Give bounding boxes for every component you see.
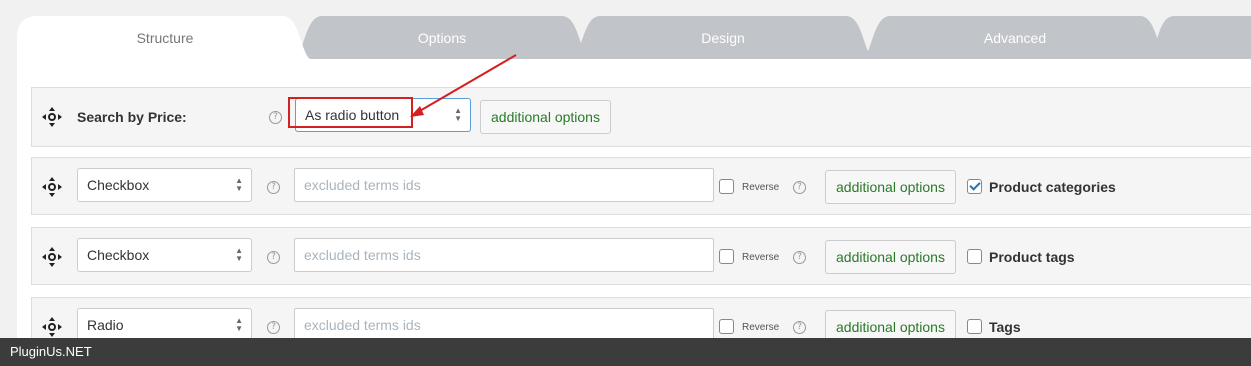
taxonomy-checkbox[interactable]	[967, 249, 982, 264]
tab-label: Advanced	[983, 30, 1047, 46]
view-type-select[interactable]: Radio ▲ ▼	[77, 308, 252, 342]
move-handle-icon[interactable]	[42, 247, 62, 267]
move-handle-icon[interactable]	[42, 317, 62, 337]
taxonomy-checkbox[interactable]	[967, 179, 982, 194]
taxonomy-checkbox[interactable]	[967, 319, 982, 334]
help-icon[interactable]: ?	[267, 321, 280, 334]
select-arrows-icon: ▲ ▼	[235, 316, 243, 333]
taxonomy-label: Product categories	[989, 179, 1116, 195]
additional-options-button[interactable]: additional options	[825, 240, 956, 274]
filter-row-product-categories: Checkbox ▲ ▼ ? excluded terms ids Reverse…	[31, 157, 1251, 215]
price-row: Search by Price: ? As radio button ▲ ▼ ad…	[31, 87, 1251, 147]
select-value: Radio	[87, 317, 124, 333]
reverse-label: Reverse	[742, 182, 780, 193]
tab-design[interactable]: Design	[570, 16, 876, 60]
filter-row-product-tags: Checkbox ▲ ▼ ? excluded terms ids Reverse…	[31, 227, 1251, 285]
tab-bar: Options Design Advanced Structure	[0, 0, 1251, 60]
select-arrows-icon: ▲ ▼	[454, 106, 462, 123]
excluded-terms-input[interactable]: excluded terms ids	[294, 168, 714, 202]
price-additional-options-button[interactable]: additional options	[480, 100, 611, 134]
help-icon[interactable]: ?	[793, 181, 806, 194]
price-row-label: Search by Price:	[77, 109, 187, 125]
reverse-checkbox[interactable]	[719, 179, 734, 194]
tab-structure[interactable]: Structure	[17, 16, 313, 60]
tab-label: Options	[417, 30, 467, 46]
excluded-terms-input[interactable]: excluded terms ids	[294, 238, 714, 272]
reverse-checkbox[interactable]	[719, 249, 734, 264]
select-arrows-icon: ▲ ▼	[235, 246, 243, 263]
view-type-select[interactable]: Checkbox ▲ ▼	[77, 238, 252, 272]
tab-background	[1150, 16, 1251, 60]
footer-brand: PluginUs.NET	[10, 344, 92, 359]
reverse-label: Reverse	[742, 252, 780, 263]
footer-bar: PluginUs.NET	[0, 338, 1251, 366]
taxonomy-label: Product tags	[989, 249, 1075, 265]
taxonomy-label: Tags	[989, 319, 1021, 335]
tab-advanced[interactable]: Advanced	[860, 16, 1170, 60]
select-value: Checkbox	[87, 177, 150, 193]
help-icon[interactable]: ?	[267, 251, 280, 264]
tab-label: Design	[701, 30, 745, 46]
reverse-checkbox[interactable]	[719, 319, 734, 334]
help-icon[interactable]: ?	[267, 181, 280, 194]
select-arrows-icon: ▲ ▼	[235, 176, 243, 193]
tab-extra[interactable]	[1150, 16, 1251, 60]
reverse-label: Reverse	[742, 322, 780, 333]
help-icon[interactable]: ?	[793, 251, 806, 264]
view-type-select[interactable]: Checkbox ▲ ▼	[77, 168, 252, 202]
help-icon[interactable]: ?	[269, 111, 282, 124]
additional-options-button[interactable]: additional options	[825, 170, 956, 204]
highlight-box	[288, 97, 413, 128]
move-handle-icon[interactable]	[42, 107, 62, 127]
move-handle-icon[interactable]	[42, 177, 62, 197]
help-icon[interactable]: ?	[793, 321, 806, 334]
excluded-terms-input[interactable]: excluded terms ids	[294, 308, 714, 342]
select-value: Checkbox	[87, 247, 150, 263]
tab-label: Structure	[136, 30, 194, 46]
tab-options[interactable]: Options	[292, 16, 592, 60]
